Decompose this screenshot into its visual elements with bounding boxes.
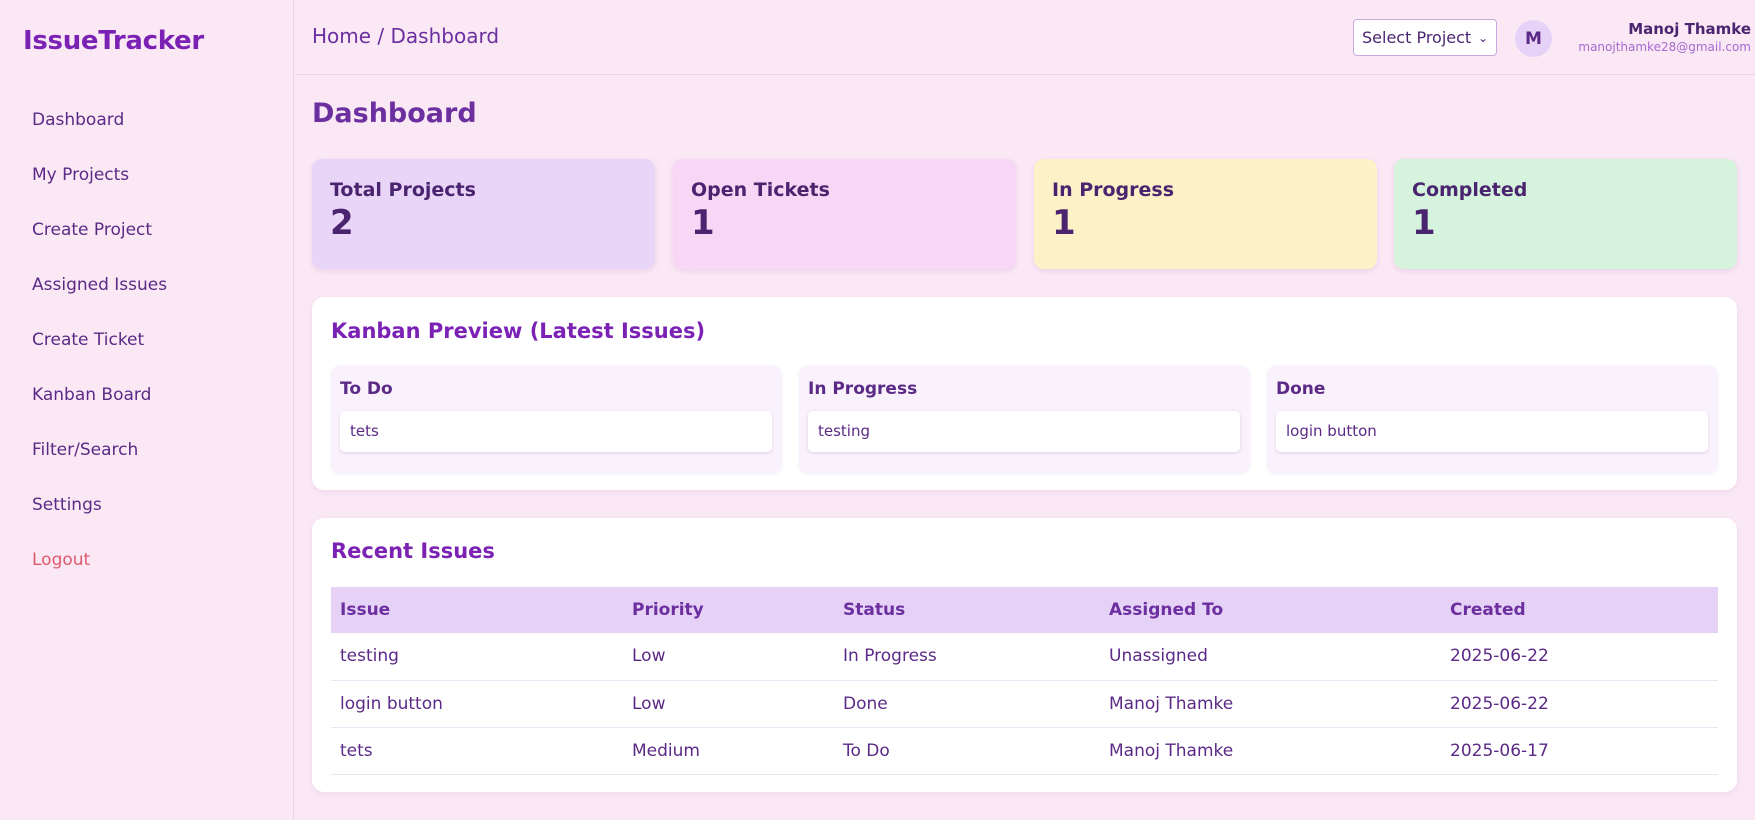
sidebar-item-logout[interactable]: Logout (32, 548, 167, 603)
project-select-value: Select Project (1362, 28, 1472, 47)
stat-label: Open Tickets (691, 179, 830, 201)
table-row[interactable]: testing Low In Progress Unassigned 2025-… (331, 633, 1718, 681)
column-header-priority: Priority (623, 587, 834, 633)
kanban-column-title: To Do (340, 379, 393, 399)
sidebar-item-dashboard[interactable]: Dashboard (32, 108, 167, 163)
cell-assigned-to: Manoj Thamke (1100, 727, 1441, 775)
table-row[interactable]: tets Medium To Do Manoj Thamke 2025-06-1… (331, 727, 1718, 775)
stat-card-completed: Completed 1 (1394, 159, 1737, 269)
page-title: Dashboard (312, 98, 477, 129)
cell-issue: tets (331, 727, 623, 775)
recent-issues-title: Recent Issues (331, 539, 495, 563)
sidebar-item-create-ticket[interactable]: Create Ticket (32, 328, 167, 383)
avatar[interactable]: M (1515, 20, 1552, 57)
kanban-card[interactable]: testing (808, 411, 1240, 452)
stat-label: In Progress (1052, 179, 1175, 201)
chevron-down-icon: ⌄ (1477, 30, 1488, 45)
cell-priority: Medium (623, 727, 834, 775)
kanban-card[interactable]: login button (1276, 411, 1708, 452)
sidebar-nav: Dashboard My Projects Create Project Ass… (32, 108, 167, 603)
top-header: Home / Dashboard Select Project ⌄ M Mano… (295, 0, 1755, 75)
sidebar-item-my-projects[interactable]: My Projects (32, 163, 167, 218)
stat-value: 1 (1412, 203, 1436, 243)
cell-issue: login button (331, 680, 623, 728)
column-header-created: Created (1441, 587, 1718, 633)
cell-assigned-to: Unassigned (1100, 633, 1441, 681)
sidebar-item-filter-search[interactable]: Filter/Search (32, 438, 167, 493)
cell-status: To Do (834, 727, 1100, 775)
cell-created: 2025-06-22 (1441, 633, 1718, 681)
stat-card-total-projects: Total Projects 2 (312, 159, 655, 269)
recent-issues-panel: Recent Issues Issue Priority Status Assi… (312, 518, 1737, 792)
sidebar-item-assigned-issues[interactable]: Assigned Issues (32, 273, 167, 328)
stat-value: 2 (330, 203, 354, 243)
cell-priority: Low (623, 633, 834, 681)
stat-label: Completed (1412, 179, 1528, 201)
sidebar-item-kanban-board[interactable]: Kanban Board (32, 383, 167, 438)
cell-created: 2025-06-22 (1441, 680, 1718, 728)
kanban-column-done: Done login button (1267, 366, 1718, 473)
sidebar: IssueTracker Dashboard My Projects Creat… (0, 0, 294, 820)
user-email: manojthamke28@gmail.com (1578, 40, 1751, 54)
cell-priority: Low (623, 680, 834, 728)
cell-issue: testing (331, 633, 623, 681)
sidebar-item-settings[interactable]: Settings (32, 493, 167, 548)
kanban-preview-title: Kanban Preview (Latest Issues) (331, 319, 706, 343)
table-header-row: Issue Priority Status Assigned To Create… (331, 587, 1718, 633)
sidebar-item-create-project[interactable]: Create Project (32, 218, 167, 273)
kanban-column-title: Done (1276, 379, 1326, 399)
cell-status: Done (834, 680, 1100, 728)
table-row[interactable]: login button Low Done Manoj Thamke 2025-… (331, 680, 1718, 728)
cell-assigned-to: Manoj Thamke (1100, 680, 1441, 728)
project-select[interactable]: Select Project ⌄ (1353, 19, 1497, 56)
brand-logo[interactable]: IssueTracker (23, 26, 204, 56)
app-root: IssueTracker Dashboard My Projects Creat… (0, 0, 1755, 820)
stat-value: 1 (691, 203, 715, 243)
stat-card-open-tickets: Open Tickets 1 (673, 159, 1016, 269)
stat-value: 1 (1052, 203, 1076, 243)
kanban-column-title: In Progress (808, 379, 918, 399)
column-header-assigned-to: Assigned To (1100, 587, 1441, 633)
stat-label: Total Projects (330, 179, 476, 201)
kanban-column-todo: To Do tets (331, 366, 782, 473)
kanban-preview-panel: Kanban Preview (Latest Issues) To Do tet… (312, 297, 1737, 490)
column-header-issue: Issue (331, 587, 623, 633)
breadcrumb: Home / Dashboard (312, 24, 500, 48)
column-header-status: Status (834, 587, 1100, 633)
cell-status: In Progress (834, 633, 1100, 681)
stat-card-in-progress: In Progress 1 (1034, 159, 1377, 269)
kanban-card[interactable]: tets (340, 411, 772, 452)
recent-issues-table: Issue Priority Status Assigned To Create… (331, 587, 1718, 775)
user-info: Manoj Thamke manojthamke28@gmail.com (1578, 19, 1751, 55)
kanban-column-in-progress: In Progress testing (799, 366, 1250, 473)
user-name: Manoj Thamke (1628, 20, 1751, 38)
cell-created: 2025-06-17 (1441, 727, 1718, 775)
